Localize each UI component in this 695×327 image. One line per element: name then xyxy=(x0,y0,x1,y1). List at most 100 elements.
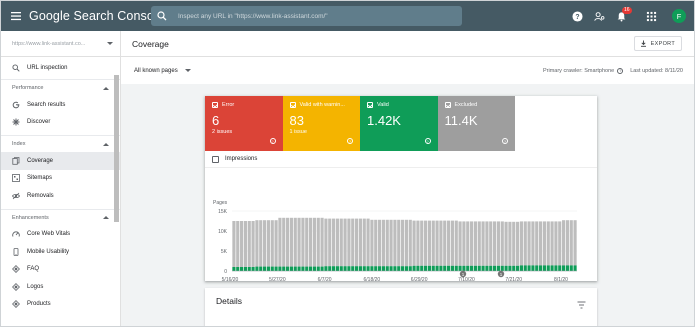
checkbox-checked-icon[interactable] xyxy=(444,102,451,108)
bar-excluded xyxy=(232,221,236,267)
sidebar-item-sitemaps[interactable]: Sitemaps xyxy=(1,170,120,188)
bar-excluded xyxy=(508,221,512,266)
app-title[interactable]: Google Search Console xyxy=(29,9,164,23)
sidebar-item-label: URL inspection xyxy=(27,65,68,71)
search-placeholder[interactable]: Inspect any URL in "https://www.link-ass… xyxy=(178,13,328,20)
sidebar-item-label: Search results xyxy=(27,101,66,108)
bar-valid xyxy=(305,266,309,271)
bar-excluded xyxy=(286,217,290,267)
bar-valid xyxy=(562,265,566,271)
bar-excluded xyxy=(450,220,454,266)
bar-excluded xyxy=(519,221,523,266)
bar-excluded xyxy=(362,218,366,267)
bar-excluded xyxy=(320,217,324,267)
status-tile-error[interactable]: Error 6 2 issues? xyxy=(205,96,283,151)
bar-valid xyxy=(358,266,362,271)
pages-filter-select[interactable]: All known pages xyxy=(134,68,198,74)
sidebar-item-faq[interactable]: FAQ xyxy=(1,261,120,279)
section-performance[interactable]: Performance xyxy=(1,79,120,96)
sidebar-item-core-web-vitals[interactable]: Core Web Vitals xyxy=(1,226,120,244)
bar-excluded xyxy=(454,220,458,266)
bar-excluded xyxy=(420,220,424,266)
bar-excluded xyxy=(243,221,247,267)
impressions-toggle[interactable]: Impressions xyxy=(205,151,597,168)
bar-valid xyxy=(335,266,339,271)
bar-excluded xyxy=(546,221,550,266)
bar-excluded xyxy=(531,221,535,266)
bar-valid xyxy=(266,266,270,271)
sidebar-item-url-inspection[interactable]: URL inspection xyxy=(1,57,120,79)
status-tile-excluded[interactable]: Excluded 11.4K? xyxy=(437,96,515,151)
bar-excluded xyxy=(424,220,428,266)
status-tile-valid[interactable]: Valid 1.42K? xyxy=(360,96,438,151)
bar-valid xyxy=(293,266,297,271)
status-tile-valid-with-warnin[interactable]: Valid with warnin... 83 1 issue? xyxy=(282,96,360,151)
bar-valid xyxy=(496,265,500,271)
bar-valid xyxy=(366,266,370,271)
bar-valid xyxy=(263,266,267,271)
account-settings-icon[interactable] xyxy=(588,1,610,31)
bar-valid xyxy=(435,265,439,271)
tile-label: Excluded xyxy=(454,102,478,108)
bar-excluded xyxy=(347,218,351,267)
bar-excluded xyxy=(573,220,577,266)
bar-valid xyxy=(427,265,431,271)
avatar[interactable]: F xyxy=(672,9,686,23)
notifications-icon[interactable]: 16 xyxy=(610,1,632,31)
bar-valid xyxy=(523,265,527,271)
sidebar-item-coverage[interactable]: Coverage xyxy=(1,152,120,170)
bar-valid xyxy=(389,266,393,271)
help-outline-icon[interactable]: ? xyxy=(347,138,353,144)
sidebar-item-label: Core Web Vitals xyxy=(27,231,71,238)
bar-excluded xyxy=(558,221,562,266)
checkbox-checked-icon[interactable] xyxy=(289,102,296,108)
bar-excluded xyxy=(312,217,316,267)
section-enhancements[interactable]: Enhancements xyxy=(1,208,120,226)
help-outline-icon[interactable]: ? xyxy=(424,138,431,144)
bar-excluded xyxy=(297,217,301,267)
bar-excluded xyxy=(266,220,270,267)
bar-excluded xyxy=(412,220,416,266)
sidebar-item-discover[interactable]: Discover xyxy=(1,114,120,132)
tile-label: Error xyxy=(222,102,235,108)
bar-excluded xyxy=(569,220,573,266)
bar-valid xyxy=(328,266,332,271)
bar-excluded xyxy=(516,221,520,266)
pages-filter-value: All known pages xyxy=(134,67,178,74)
menu-icon[interactable] xyxy=(1,1,31,31)
property-selector[interactable]: https://www.link-assistant.co... xyxy=(1,31,120,57)
chevron-up-icon xyxy=(103,142,109,146)
url-inspect-search[interactable]: Inspect any URL in "https://www.link-ass… xyxy=(151,6,462,26)
chevron-up-icon xyxy=(103,216,109,219)
section-label: Performance xyxy=(12,85,44,91)
x-tick-label: 6/18/20 xyxy=(364,277,381,281)
bar-valid xyxy=(324,266,328,271)
bar-valid xyxy=(301,266,305,271)
bar-excluded xyxy=(328,218,332,267)
help-outline-icon[interactable]: ? xyxy=(269,138,276,144)
help-icon[interactable]: ? xyxy=(566,1,588,31)
bar-valid xyxy=(516,265,520,271)
filter-list-icon[interactable] xyxy=(577,296,586,314)
section-index[interactable]: Index xyxy=(1,135,120,152)
sidebar-item-mobile-usability[interactable]: Mobile Usability xyxy=(1,243,120,261)
checkbox-checked-icon[interactable] xyxy=(212,102,218,108)
impressions-checkbox[interactable] xyxy=(212,155,219,163)
apps-grid-icon[interactable] xyxy=(640,1,662,31)
notification-badge: 16 xyxy=(622,7,632,14)
sidebar-item-search-results[interactable]: Search results xyxy=(1,96,120,114)
help-outline-icon[interactable]: ? xyxy=(502,138,508,144)
bar-excluded xyxy=(496,221,500,266)
sidebar-item-products[interactable]: Products xyxy=(1,296,120,314)
bar-valid xyxy=(282,266,286,271)
bar-excluded xyxy=(378,219,382,267)
sidebar-scrollbar[interactable] xyxy=(114,75,119,222)
bar-valid xyxy=(278,266,282,271)
sidebar-item-removals[interactable]: Removals xyxy=(1,187,120,205)
sidebar-item-logos[interactable]: Logos xyxy=(1,278,120,296)
checkbox-checked-icon[interactable] xyxy=(367,102,373,108)
tile-label: Valid xyxy=(377,102,389,108)
help-outline-icon[interactable]: ? xyxy=(617,67,624,74)
export-button[interactable]: EXPORT xyxy=(633,36,682,51)
x-tick-label: 6/7/20 xyxy=(318,277,332,281)
